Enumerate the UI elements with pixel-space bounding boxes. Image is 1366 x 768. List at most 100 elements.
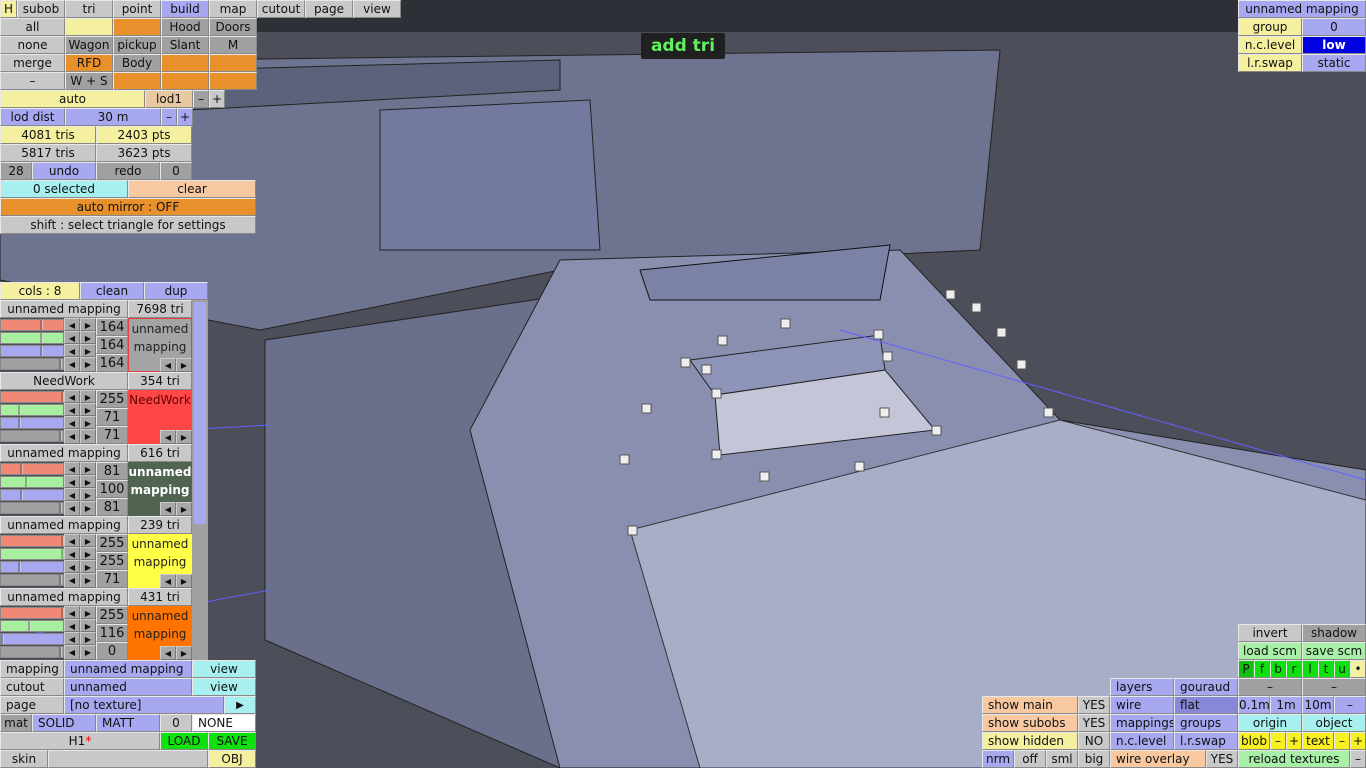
preset-empty[interactable] — [209, 54, 257, 72]
preset-empty[interactable] — [113, 72, 161, 90]
blue-value[interactable]: 71 — [96, 570, 128, 588]
lod-plus-button[interactable]: + — [209, 90, 225, 108]
preset-empty[interactable] — [161, 72, 209, 90]
right-arrow-icon[interactable]: ▶ — [80, 429, 96, 444]
right-arrow-icon[interactable]: ▶ — [80, 416, 96, 429]
load-scm-button[interactable]: load scm — [1238, 642, 1302, 660]
slider-handle[interactable] — [59, 503, 62, 513]
preset-hood[interactable]: Hood — [161, 18, 209, 36]
mat-none[interactable]: NONE — [192, 714, 256, 732]
right-arrow-icon[interactable]: ▶ — [176, 502, 192, 516]
blue-value[interactable]: 81 — [96, 498, 128, 516]
clean-button[interactable]: clean — [80, 282, 144, 300]
slider-handle[interactable] — [59, 647, 62, 657]
solid-button[interactable]: SOLID — [32, 714, 96, 732]
play-icon[interactable]: ▶ — [224, 696, 256, 714]
normals-sml[interactable]: sml — [1046, 750, 1078, 768]
slider-handle[interactable] — [59, 359, 62, 369]
tab-map[interactable]: map — [209, 0, 257, 18]
blue-slider[interactable] — [0, 561, 64, 573]
tab-cutout[interactable]: cutout — [257, 0, 305, 18]
tab-view[interactable]: view — [353, 0, 401, 18]
green-slider[interactable] — [0, 476, 64, 488]
left-arrow-icon[interactable]: ◀ — [64, 475, 80, 488]
gouraud-button[interactable]: gouraud — [1174, 678, 1238, 696]
right-arrow-icon[interactable]: ▶ — [176, 358, 192, 372]
left-arrow-icon[interactable]: ◀ — [64, 403, 80, 416]
slider-handle[interactable] — [40, 320, 43, 330]
lod-level[interactable]: lod1 — [145, 90, 193, 108]
right-arrow-icon[interactable]: ▶ — [80, 560, 96, 573]
left-arrow-icon[interactable]: ◀ — [64, 573, 80, 588]
red-value[interactable]: 255 — [96, 606, 128, 624]
lod-dist-plus[interactable]: + — [177, 108, 193, 126]
alpha-slider[interactable] — [0, 574, 64, 586]
preset-doors[interactable]: Doors — [209, 18, 257, 36]
right-arrow-icon[interactable]: ▶ — [80, 318, 96, 331]
view-f[interactable]: f — [1254, 660, 1270, 678]
tab-build[interactable]: build — [161, 0, 209, 18]
view-b[interactable]: b — [1270, 660, 1286, 678]
invert-button[interactable]: invert — [1238, 624, 1302, 642]
auto-mirror-toggle[interactable]: auto mirror : OFF — [0, 198, 256, 216]
view-dot[interactable]: • — [1350, 660, 1366, 678]
blue-value[interactable]: 71 — [96, 426, 128, 444]
slider-handle[interactable] — [18, 405, 21, 415]
lod-minus-button[interactable]: – — [193, 90, 209, 108]
green-value[interactable]: 100 — [96, 480, 128, 498]
view-r[interactable]: r — [1286, 660, 1302, 678]
cutout-view-button[interactable]: view — [192, 678, 256, 696]
lr-swap-button[interactable]: l.r.swap — [1174, 732, 1238, 750]
red-slider[interactable] — [0, 607, 64, 619]
show-main-toggle[interactable]: YES — [1078, 696, 1110, 714]
flat-button[interactable]: flat — [1174, 696, 1238, 714]
left-arrow-icon[interactable]: ◀ — [64, 344, 80, 357]
preset-rfd[interactable]: RFD — [65, 54, 113, 72]
blue-value[interactable]: 0 — [96, 642, 128, 660]
preset-slant[interactable]: Slant — [161, 36, 209, 54]
save-scm-button[interactable]: save scm — [1302, 642, 1366, 660]
right-arrow-icon[interactable]: ▶ — [80, 488, 96, 501]
left-arrow-icon[interactable]: ◀ — [64, 534, 80, 547]
right-arrow-icon[interactable]: ▶ — [80, 357, 96, 372]
green-slider[interactable] — [0, 620, 64, 632]
text-minus[interactable]: – — [1334, 732, 1350, 750]
preset-empty[interactable] — [65, 18, 113, 36]
mapping-view-button[interactable]: view — [192, 660, 256, 678]
red-slider[interactable] — [0, 463, 64, 475]
text-button[interactable]: text — [1302, 732, 1334, 750]
right-arrow-icon[interactable]: ▶ — [176, 430, 192, 444]
left-arrow-icon[interactable]: ◀ — [64, 501, 80, 516]
right-arrow-icon[interactable]: ▶ — [80, 331, 96, 344]
tab-point[interactable]: point — [113, 0, 161, 18]
slider-handle[interactable] — [59, 575, 62, 585]
selected-mapping[interactable]: unnamed mapping — [1238, 0, 1366, 18]
save-button[interactable]: SAVE — [208, 732, 256, 750]
slider-handle[interactable] — [18, 418, 21, 428]
grid-off[interactable]: – — [1334, 696, 1366, 714]
left-arrow-icon[interactable]: ◀ — [160, 358, 176, 372]
left-arrow-icon[interactable]: ◀ — [64, 416, 80, 429]
normals-off[interactable]: off — [1014, 750, 1046, 768]
left-arrow-icon[interactable]: ◀ — [64, 547, 80, 560]
matt-button[interactable]: MATT — [96, 714, 160, 732]
mapping-item[interactable]: NeedWork 354 tri ◀ ▶ ◀ ▶ ◀ ▶ ◀ ▶ 255 71 71 N… — [0, 372, 192, 444]
left-arrow-icon[interactable]: ◀ — [64, 331, 80, 344]
left-arrow-icon[interactable]: ◀ — [64, 462, 80, 475]
left-arrow-icon[interactable]: ◀ — [64, 619, 80, 632]
left-arrow-icon[interactable]: ◀ — [160, 430, 176, 444]
blue-slider[interactable] — [0, 489, 64, 501]
left-arrow-icon[interactable]: ◀ — [64, 429, 80, 444]
slider-handle[interactable] — [20, 464, 23, 474]
grid-0-1m[interactable]: 0.1m — [1238, 696, 1270, 714]
green-value[interactable]: 116 — [96, 624, 128, 642]
group-value[interactable]: 0 — [1302, 18, 1366, 36]
clear-selection-button[interactable]: clear — [128, 180, 256, 198]
right-arrow-icon[interactable]: ▶ — [80, 403, 96, 416]
slider-handle[interactable] — [40, 346, 43, 356]
right-arrow-icon[interactable]: ▶ — [80, 632, 96, 645]
right-arrow-icon[interactable]: ▶ — [80, 619, 96, 632]
load-button[interactable]: LOAD — [160, 732, 208, 750]
preset-m[interactable]: M — [209, 36, 257, 54]
mapping-scrollbar[interactable] — [192, 300, 208, 660]
